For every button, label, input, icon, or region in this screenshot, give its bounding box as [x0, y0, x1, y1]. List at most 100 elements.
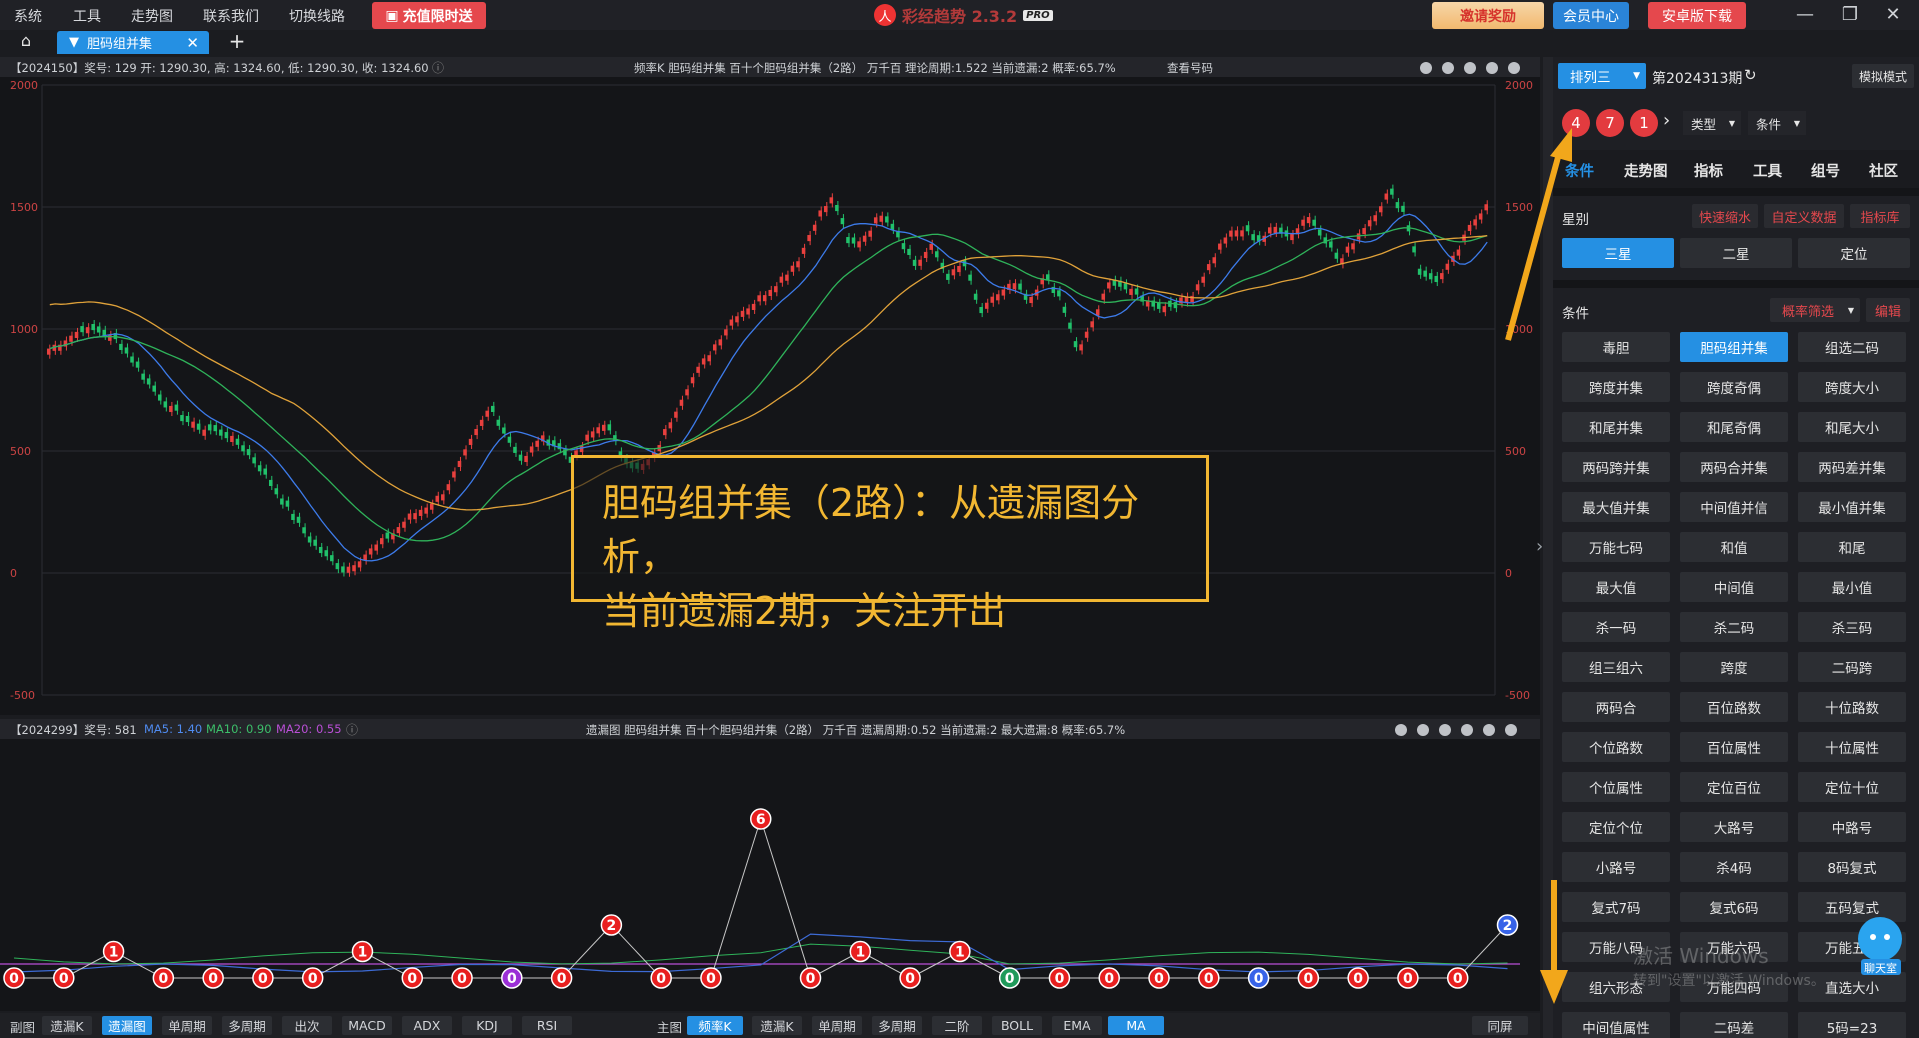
condition-button[interactable]: 中间值	[1680, 572, 1788, 602]
condition-button[interactable]: 中间值并信	[1680, 492, 1788, 522]
condition-button[interactable]: 两码差并集	[1798, 452, 1906, 482]
probability-filter-select[interactable]: 概率筛选 ▼	[1770, 298, 1860, 322]
condition-button[interactable]: 跨度奇偶	[1680, 372, 1788, 402]
condition-button[interactable]: 跨度大小	[1798, 372, 1906, 402]
condition-button[interactable]: 复式6码	[1680, 892, 1788, 922]
condition-button[interactable]: 二码差	[1680, 1012, 1788, 1038]
tab-active[interactable]: ▼ 胆码组并集 ✕	[57, 31, 209, 54]
condition-button[interactable]: 百位属性	[1680, 732, 1788, 762]
custom-data-link[interactable]: 自定义数据	[1764, 204, 1844, 228]
lottery-select[interactable]: 排列三 ▼	[1558, 63, 1646, 89]
sub-btn-miss-chart[interactable]: 遗漏图	[102, 1016, 152, 1035]
main-btn-second-order[interactable]: 二阶	[932, 1016, 982, 1035]
main-btn-freq-k[interactable]: 频率K	[687, 1016, 743, 1035]
candle-body	[1251, 234, 1255, 241]
tab-close-icon[interactable]: ✕	[186, 34, 199, 52]
type-select[interactable]: 类型 ▼	[1683, 111, 1741, 135]
candle-body	[296, 516, 301, 523]
menu-contact[interactable]: 联系我们	[203, 6, 259, 26]
main-btn-miss-k[interactable]: 遗漏K	[752, 1016, 802, 1035]
main-btn-ma[interactable]: MA	[1108, 1016, 1164, 1035]
reset-icon[interactable]	[1442, 61, 1454, 74]
tab-trend[interactable]: 走势图	[1624, 160, 1668, 181]
tab-groups[interactable]: 组号	[1811, 160, 1840, 181]
condition-button[interactable]: 杀4码	[1680, 852, 1788, 882]
condition-button[interactable]: 杀三码	[1798, 612, 1906, 642]
condition-button[interactable]: 十位路数	[1798, 692, 1906, 722]
sub-btn-kdj[interactable]: KDJ	[462, 1016, 512, 1035]
main-btn-single-cycle[interactable]: 单周期	[812, 1016, 862, 1035]
add-tab-icon[interactable]: +	[226, 30, 248, 52]
main-btn-multi-cycle[interactable]: 多周期	[872, 1016, 922, 1035]
indicator-library-link[interactable]: 指标库	[1850, 204, 1910, 228]
restore-icon[interactable]: ❐	[1838, 4, 1862, 25]
promo-button[interactable]: ▣ 充值限时送	[372, 2, 486, 29]
simulate-mode-button[interactable]: 模拟模式	[1852, 64, 1914, 88]
condition-button[interactable]: 最小值并集	[1798, 492, 1906, 522]
condition-button[interactable]: 两码合并集	[1680, 452, 1788, 482]
quick-shrink-link[interactable]: 快速缩水	[1692, 204, 1758, 228]
sub-btn-single-cycle[interactable]: 单周期	[162, 1016, 212, 1035]
condition-button[interactable]: 大路号	[1680, 812, 1788, 842]
condition-button[interactable]: 和值	[1680, 532, 1788, 562]
minimize-icon[interactable]: —	[1793, 4, 1817, 25]
condition-button[interactable]: 定位百位	[1680, 772, 1788, 802]
condition-button[interactable]: 和尾奇偶	[1680, 412, 1788, 442]
member-center-button[interactable]: 会员中心	[1553, 2, 1629, 29]
next-arrow-icon[interactable]: ›	[1663, 110, 1670, 131]
chatroom-button[interactable]: 聊天室	[1855, 915, 1905, 977]
sub-btn-multi-cycle[interactable]: 多周期	[222, 1016, 272, 1035]
tab-community[interactable]: 社区	[1869, 160, 1898, 181]
condition-button[interactable]: 杀二码	[1680, 612, 1788, 642]
help-icon[interactable]: ⓘ	[432, 59, 444, 76]
sub-btn-rsi[interactable]: RSI	[522, 1016, 572, 1035]
menu-trend[interactable]: 走势图	[131, 6, 173, 26]
refresh-icon[interactable]: ↻	[1744, 66, 1757, 84]
condition-button[interactable]: 十位属性	[1798, 732, 1906, 762]
pin-icon[interactable]	[1395, 723, 1407, 736]
reset-icon-2[interactable]	[1417, 723, 1429, 736]
callout-line1: 胆码组并集（2路）：从遗漏图分析，	[602, 481, 1140, 579]
condition-button[interactable]: 5码=23	[1798, 1012, 1906, 1038]
tab-indicators[interactable]: 指标	[1694, 160, 1723, 181]
star-position-button[interactable]: 定位	[1798, 238, 1910, 268]
condition-button[interactable]: 和尾大小	[1798, 412, 1906, 442]
star-two-button[interactable]: 二星	[1680, 238, 1792, 268]
menu-system[interactable]: 系统	[14, 6, 42, 26]
condition-button[interactable]: 跨度	[1680, 652, 1788, 682]
condition-button[interactable]: 定位十位	[1798, 772, 1906, 802]
menu-switch-line[interactable]: 切换线路	[289, 6, 345, 26]
dropdown-icon[interactable]: ▼	[69, 35, 79, 50]
lookup-number-link[interactable]: 查看号码	[1167, 60, 1213, 76]
condition-select[interactable]: 条件 ▼	[1748, 111, 1806, 135]
up-icon-2[interactable]	[1439, 723, 1451, 736]
condition-button[interactable]: 百位路数	[1680, 692, 1788, 722]
condition-button[interactable]: 组选二码	[1798, 332, 1906, 362]
up-icon[interactable]	[1464, 61, 1476, 74]
sub-btn-miss-k[interactable]: 遗漏K	[42, 1016, 92, 1035]
close-icon[interactable]: ✕	[1881, 4, 1905, 25]
sub-btn-macd[interactable]: MACD	[342, 1016, 392, 1035]
gear-icon[interactable]	[1508, 61, 1520, 74]
edit-link[interactable]: 编辑	[1866, 298, 1910, 322]
main-btn-ema[interactable]: EMA	[1052, 1016, 1102, 1035]
condition-button[interactable]: 二码跨	[1798, 652, 1906, 682]
down-icon-2[interactable]	[1461, 723, 1473, 736]
sub-btn-adx[interactable]: ADX	[402, 1016, 452, 1035]
sub-btn-times[interactable]: 出次	[282, 1016, 332, 1035]
invite-reward-button[interactable]: 邀请奖励	[1432, 2, 1544, 29]
condition-button[interactable]: 最小值	[1798, 572, 1906, 602]
gear-icon-2[interactable]	[1483, 723, 1495, 736]
help-icon-2[interactable]: ⓘ	[346, 721, 358, 738]
settings-icon[interactable]	[1420, 61, 1432, 74]
home-icon[interactable]: ⌂	[14, 31, 38, 53]
down-icon[interactable]	[1486, 61, 1498, 74]
tab-tools[interactable]: 工具	[1753, 160, 1782, 181]
main-btn-boll[interactable]: BOLL	[992, 1016, 1042, 1035]
condition-button[interactable]: 和尾	[1798, 532, 1906, 562]
condition-button[interactable]: 胆码组并集	[1680, 332, 1788, 362]
condition-button[interactable]: 中路号	[1798, 812, 1906, 842]
menu-tools[interactable]: 工具	[73, 6, 101, 26]
condition-button[interactable]: 8码复式	[1798, 852, 1906, 882]
android-download-button[interactable]: 安卓版下载	[1648, 2, 1746, 29]
